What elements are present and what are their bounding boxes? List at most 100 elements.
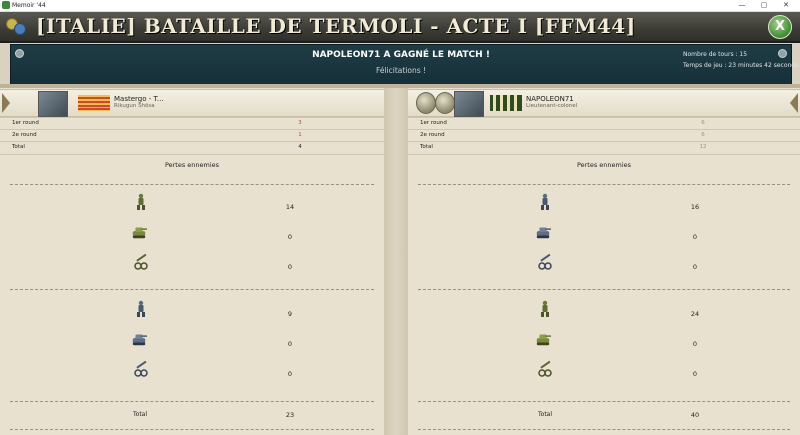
- right-arrow-icon[interactable]: [790, 93, 798, 113]
- loss-value: 14: [285, 203, 295, 211]
- scenario-title: [ITALIE] BATAILLE DE TERMOLI - ACTE I [F…: [36, 14, 636, 38]
- close-window-button[interactable]: ✕: [776, 0, 796, 11]
- label: 1er round: [12, 120, 39, 126]
- score-row-round1: 1er round 6: [420, 118, 790, 129]
- value: 4: [298, 144, 302, 150]
- loss-row-artillery: 0: [408, 253, 800, 281]
- artillery-icon: [134, 253, 148, 270]
- total-losses-value: 40: [690, 411, 700, 419]
- left-arrow-icon[interactable]: [2, 93, 10, 113]
- artillery-icon: [134, 360, 148, 377]
- rank-insignia-icon: [490, 95, 522, 111]
- loss-value: 0: [692, 340, 698, 348]
- os-title-bar: Memoir '44 — ▢ ✕: [0, 0, 800, 12]
- play-time: Temps de jeu : 23 minutes 42 seconds: [683, 62, 799, 69]
- match-stats: Nombre de tours : 15 Temps de jeu : 23 m…: [683, 49, 798, 71]
- score-row-round2: 2e round 6: [420, 130, 790, 141]
- loss-row-infantry: 9: [0, 300, 384, 328]
- total-losses-value: 23: [285, 411, 295, 419]
- infantry-icon: [137, 193, 145, 210]
- loss-row-artillery: 0: [408, 360, 800, 388]
- tank-icon: [132, 227, 147, 239]
- medal-icon: [435, 92, 455, 114]
- japan-rank-flag-icon: [78, 95, 110, 111]
- loss-value: 0: [692, 263, 698, 271]
- value: 6: [701, 120, 705, 126]
- avatar: [454, 91, 484, 117]
- medal-icon: [416, 92, 436, 114]
- loss-row-tank: 0: [408, 223, 800, 251]
- loss-row-tank: 0: [0, 223, 384, 251]
- value: 6: [701, 132, 705, 138]
- os-window-title: Memoir '44: [12, 2, 46, 9]
- score-row-total: Total 4: [12, 142, 372, 153]
- value: 1: [298, 132, 302, 138]
- loss-value: 16: [690, 203, 700, 211]
- loss-row-artillery: 0: [0, 253, 384, 281]
- right-player-header: NAPOLEON71 Lieutenant-colonel: [408, 89, 800, 117]
- loss-value: 24: [690, 310, 700, 318]
- minimize-button[interactable]: —: [732, 0, 752, 11]
- value: 3: [298, 120, 302, 126]
- score-row-round1: 1er round 3: [12, 118, 372, 129]
- loss-value: 0: [287, 340, 293, 348]
- turn-count: Nombre de tours : 15: [683, 51, 748, 58]
- label: 2e round: [420, 132, 445, 138]
- artillery-icon: [538, 360, 552, 377]
- total-label: Total: [133, 411, 148, 418]
- score-row-round2: 2e round 1: [12, 130, 372, 141]
- tank-icon: [536, 227, 551, 239]
- value: 12: [699, 144, 707, 150]
- loss-row-infantry: 24: [408, 300, 800, 328]
- panel-divider: [384, 88, 408, 435]
- game-header: [ITALIE] BATAILLE DE TERMOLI - ACTE I [F…: [0, 12, 800, 43]
- tank-icon: [132, 334, 147, 346]
- congratulations-text: Félicitations !: [375, 66, 427, 75]
- tank-icon: [536, 334, 551, 346]
- divider: [408, 154, 800, 155]
- loss-value: 9: [287, 310, 293, 318]
- label: Total: [12, 144, 25, 150]
- loss-value: 0: [287, 263, 293, 271]
- loss-row-infantry: 14: [0, 193, 384, 221]
- loss-row-artillery: 0: [0, 360, 384, 388]
- enemy-losses-title: Pertes ennemies: [164, 161, 220, 169]
- loss-value: 0: [287, 233, 293, 241]
- divider: [418, 429, 790, 430]
- divider: [418, 184, 790, 185]
- divider: [10, 184, 374, 185]
- divider: [0, 154, 384, 155]
- loss-value: 0: [692, 370, 698, 378]
- maximize-button[interactable]: ▢: [754, 0, 774, 11]
- avatar: [38, 91, 68, 117]
- label: 2e round: [12, 132, 37, 138]
- exit-button[interactable]: X: [768, 15, 792, 39]
- left-player-header: Mastergo - T... Rikugun Shōsa: [0, 89, 384, 117]
- divider: [10, 429, 374, 430]
- memoir-logo-icon: [6, 18, 28, 35]
- player-rank: Lieutenant-colonel: [526, 103, 578, 109]
- loss-value: 0: [692, 233, 698, 241]
- label: Total: [420, 144, 433, 150]
- loss-value: 0: [287, 370, 293, 378]
- divider: [418, 401, 790, 402]
- player-name: Mastergo - T...: [114, 95, 164, 103]
- infantry-icon: [541, 300, 549, 317]
- loss-row-infantry: 16: [408, 193, 800, 221]
- divider: [10, 289, 374, 290]
- result-banner: NAPOLEON71 A GAGNÉ LE MATCH ! Félicitati…: [10, 44, 798, 85]
- enemy-losses-title: Pertes ennemies: [576, 161, 632, 169]
- infantry-icon: [541, 193, 549, 210]
- infantry-icon: [137, 300, 145, 317]
- winner-headline: NAPOLEON71 A GAGNÉ LE MATCH !: [312, 50, 490, 60]
- right-player-panel: NAPOLEON71 Lieutenant-colonel 1er round …: [408, 88, 800, 435]
- player-name: NAPOLEON71: [526, 95, 574, 103]
- left-player-panel: Mastergo - T... Rikugun Shōsa 1er round …: [0, 88, 384, 435]
- loss-row-tank: 0: [408, 330, 800, 358]
- divider: [418, 289, 790, 290]
- total-label: Total: [538, 411, 553, 418]
- loss-row-tank: 0: [0, 330, 384, 358]
- app-icon: [2, 1, 10, 9]
- player-rank: Rikugun Shōsa: [114, 103, 155, 109]
- score-row-total: Total 12: [420, 142, 790, 153]
